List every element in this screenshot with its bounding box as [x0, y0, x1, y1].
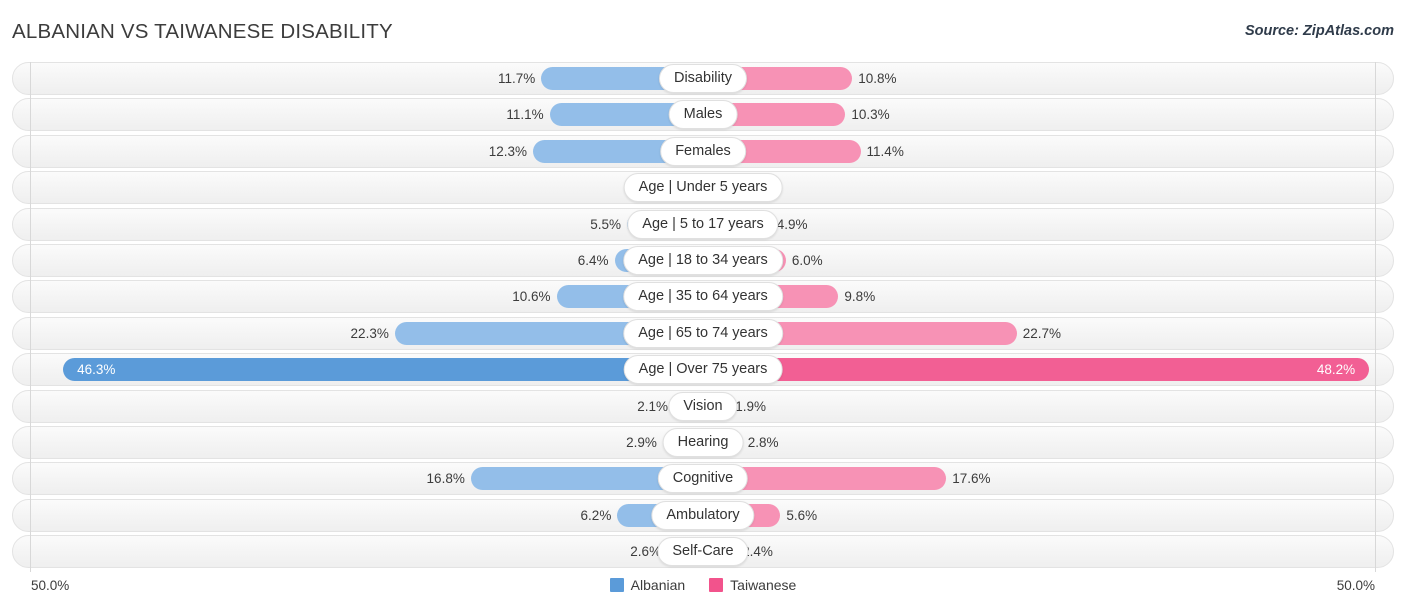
bar-row[interactable]: 5.5% 4.9% Age | 5 to 17 years [12, 207, 1394, 241]
bar-row-label: Self-Care [657, 537, 749, 567]
bar-value-taiwanese: 4.9% [776, 216, 808, 232]
bar-row[interactable]: 22.3% 22.7% Age | 65 to 74 years [12, 316, 1394, 350]
bar-row-label: Males [668, 100, 738, 130]
bar-value-albanian: 10.6% [512, 289, 551, 305]
bar-row-label: Ambulatory [651, 500, 755, 530]
chart-legend: Albanian Taiwanese [12, 577, 1394, 593]
bar-value-taiwanese: 6.0% [791, 252, 823, 268]
bar-value-taiwanese: 10.8% [858, 71, 897, 86]
bar-value-albanian: 2.1% [637, 398, 668, 414]
bar-value-albanian: 12.3% [488, 143, 528, 159]
legend-swatch-icon-albanian [609, 578, 624, 592]
bar-row-label: Age | Over 75 years [623, 355, 783, 385]
bar-row-label: Females [660, 136, 746, 166]
chart-plot-area: 11.7% 10.8% Disability 11.1% 10.3% Males 12.3%… [12, 62, 1394, 572]
bar-row-label: Hearing [662, 427, 744, 457]
page-title: ALBANIAN VS TAIWANESE DISABILITY [12, 20, 393, 43]
legend-label-albanian: Albanian [630, 577, 686, 593]
bar-value-albanian: 6.2% [580, 507, 612, 523]
bar-row-label: Vision [668, 391, 738, 421]
bar-value-taiwanese: 10.3% [851, 107, 890, 123]
bar-row[interactable]: 16.8% 17.6% Cognitive [12, 462, 1394, 496]
bar-row-label: Age | 35 to 64 years [623, 282, 783, 312]
bar-row-label: Age | 5 to 17 years [627, 209, 779, 239]
bar-row[interactable]: 12.3% 11.4% Females [12, 134, 1394, 168]
bar-value-taiwanese: 5.6% [786, 507, 818, 523]
bar-value-albanian: 2.9% [626, 434, 657, 450]
bar-value-albanian: 46.3% [77, 362, 116, 378]
bar-value-taiwanese: 17.6% [952, 471, 991, 487]
bar-albanian [63, 358, 703, 382]
bar-row[interactable]: 11.1% 10.3% Males [12, 98, 1394, 132]
bar-row[interactable]: 6.4% 6.0% Age | 18 to 34 years [12, 243, 1394, 277]
bar-taiwanese [703, 358, 1370, 382]
bar-row[interactable]: 6.2% 5.6% Ambulatory [12, 498, 1394, 532]
bar-row-label: Cognitive [657, 464, 749, 494]
bar-row[interactable]: 1.1%1.3%Age | Under 5 years [12, 171, 1394, 205]
bar-row[interactable]: 46.3% 48.2% Age | Over 75 years [12, 353, 1394, 387]
bar-value-taiwanese: 2.8% [747, 434, 779, 450]
bar-row-label: Age | 65 to 74 years [623, 318, 783, 348]
bar-value-taiwanese: 22.7% [1022, 325, 1061, 341]
bar-row[interactable]: 11.7% 10.8% Disability [12, 62, 1394, 95]
bar-value-taiwanese: 11.4% [866, 143, 904, 159]
bar-value-albanian: 6.4% [577, 252, 609, 268]
bar-row[interactable]: 2.6% 2.4% Self-Care [12, 535, 1394, 569]
bar-value-taiwanese: 48.2% [1316, 362, 1356, 378]
bar-row[interactable]: 10.6% 9.8% Age | 35 to 64 years [12, 280, 1394, 314]
bar-value-albanian: 2.6% [630, 544, 662, 560]
chart-footer: 50.0% 50.0% Albanian Taiwanese [12, 574, 1394, 604]
source-attribution: Source: ZipAtlas.com [1244, 23, 1394, 39]
bar-row[interactable]: 2.1% 1.9% Vision [12, 389, 1394, 423]
legend-swatch-icon-taiwanese [709, 578, 724, 592]
chart-header: ALBANIAN VS TAIWANESE DISABILITY Source:… [0, 0, 1406, 60]
bar-value-taiwanese: 1.9% [735, 398, 767, 414]
bar-value-albanian: 16.8% [426, 471, 465, 487]
legend-label-taiwanese: Taiwanese [730, 577, 797, 593]
chart-page: ALBANIAN VS TAIWANESE DISABILITY Source:… [0, 0, 1406, 612]
bar-row-label: Disability [658, 64, 748, 93]
legend-item-albanian[interactable]: Albanian [609, 577, 686, 593]
bar-row-label: Age | 18 to 34 years [623, 245, 783, 275]
bar-row-label: Age | Under 5 years [623, 173, 783, 203]
bar-value-albanian: 22.3% [350, 325, 389, 341]
bar-row[interactable]: 2.9% 2.8% Hearing [12, 425, 1394, 459]
bar-value-albanian: 5.5% [590, 216, 621, 232]
bar-value-taiwanese: 2.4% [742, 544, 773, 560]
bar-value-taiwanese: 9.8% [844, 289, 876, 305]
bar-value-albanian: 11.7% [498, 71, 536, 86]
bar-value-albanian: 11.1% [506, 107, 544, 123]
legend-item-taiwanese[interactable]: Taiwanese [709, 577, 796, 593]
bar-rows-container: 11.7% 10.8% Disability 11.1% 10.3% Males 12.3%… [12, 62, 1394, 572]
